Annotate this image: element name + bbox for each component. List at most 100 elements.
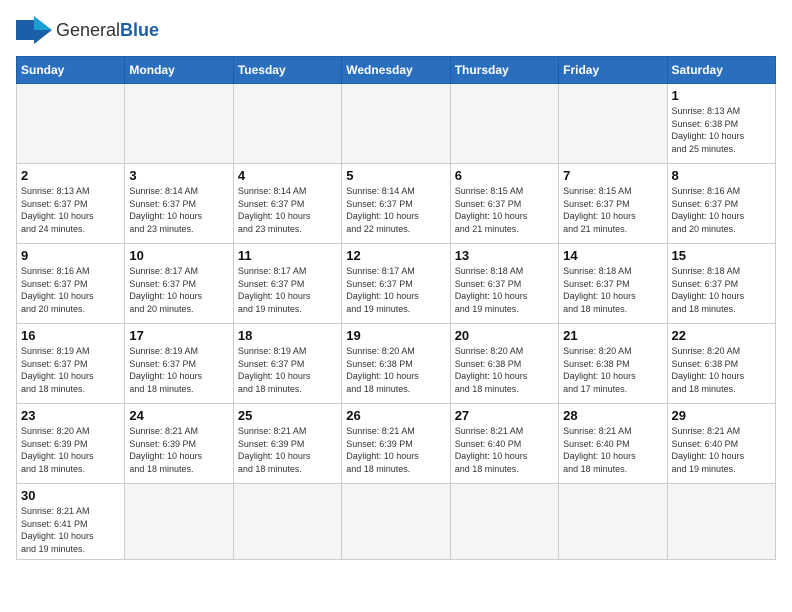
table-row <box>450 84 558 164</box>
col-monday: Monday <box>125 57 233 84</box>
day-info: Sunrise: 8:18 AM Sunset: 6:37 PM Dayligh… <box>672 265 771 315</box>
table-row: 27Sunrise: 8:21 AM Sunset: 6:40 PM Dayli… <box>450 404 558 484</box>
day-info: Sunrise: 8:19 AM Sunset: 6:37 PM Dayligh… <box>21 345 120 395</box>
day-info: Sunrise: 8:21 AM Sunset: 6:40 PM Dayligh… <box>672 425 771 475</box>
table-row <box>342 484 450 560</box>
col-saturday: Saturday <box>667 57 775 84</box>
day-number: 12 <box>346 248 445 263</box>
table-row <box>233 484 341 560</box>
day-info: Sunrise: 8:13 AM Sunset: 6:38 PM Dayligh… <box>672 105 771 155</box>
day-number: 21 <box>563 328 662 343</box>
day-number: 17 <box>129 328 228 343</box>
table-row <box>17 84 125 164</box>
day-number: 13 <box>455 248 554 263</box>
calendar-row: 9 Sunrise: 8:16 AM Sunset: 6:37 PM Daylig… <box>17 244 776 324</box>
table-row: 18 Sunrise: 8:19 AM Sunset: 6:37 PM Dayli… <box>233 324 341 404</box>
table-row <box>125 484 233 560</box>
day-info: Sunrise: 8:14 AM Sunset: 6:37 PM Dayligh… <box>346 185 445 235</box>
day-info: Sunrise: 8:18 AM Sunset: 6:37 PM Dayligh… <box>455 265 554 315</box>
table-row <box>342 84 450 164</box>
day-info: Sunrise: 8:20 AM Sunset: 6:38 PM Dayligh… <box>563 345 662 395</box>
table-row: 28Sunrise: 8:21 AM Sunset: 6:40 PM Dayli… <box>559 404 667 484</box>
table-row: 16 Sunrise: 8:19 AM Sunset: 6:37 PM Dayli… <box>17 324 125 404</box>
day-info: Sunrise: 8:20 AM Sunset: 6:38 PM Dayligh… <box>455 345 554 395</box>
table-row: 3 Sunrise: 8:14 AM Sunset: 6:37 PM Daylig… <box>125 164 233 244</box>
table-row <box>559 484 667 560</box>
table-row: 29 Sunrise: 8:21 AM Sunset: 6:40 PM Dayli… <box>667 404 775 484</box>
calendar-row: 1 Sunrise: 8:13 AM Sunset: 6:38 PM Daylig… <box>17 84 776 164</box>
day-number: 19 <box>346 328 445 343</box>
day-info: Sunrise: 8:21 AM Sunset: 6:40 PM Dayligh… <box>455 425 554 475</box>
day-number: 22 <box>672 328 771 343</box>
day-number: 5 <box>346 168 445 183</box>
table-row: 7Sunrise: 8:15 AM Sunset: 6:37 PM Daylig… <box>559 164 667 244</box>
day-info: Sunrise: 8:14 AM Sunset: 6:37 PM Dayligh… <box>129 185 228 235</box>
table-row: 13 Sunrise: 8:18 AM Sunset: 6:37 PM Dayli… <box>450 244 558 324</box>
day-info: Sunrise: 8:21 AM Sunset: 6:41 PM Dayligh… <box>21 505 120 555</box>
day-number: 25 <box>238 408 337 423</box>
day-number: 1 <box>672 88 771 103</box>
day-number: 10 <box>129 248 228 263</box>
table-row: 2Sunrise: 8:13 AM Sunset: 6:37 PM Daylig… <box>17 164 125 244</box>
day-info: Sunrise: 8:21 AM Sunset: 6:40 PM Dayligh… <box>563 425 662 475</box>
day-info: Sunrise: 8:18 AM Sunset: 6:37 PM Dayligh… <box>563 265 662 315</box>
day-number: 24 <box>129 408 228 423</box>
day-number: 3 <box>129 168 228 183</box>
day-number: 9 <box>21 248 120 263</box>
table-row: 1 Sunrise: 8:13 AM Sunset: 6:38 PM Daylig… <box>667 84 775 164</box>
table-row: 5 Sunrise: 8:14 AM Sunset: 6:37 PM Daylig… <box>342 164 450 244</box>
day-number: 18 <box>238 328 337 343</box>
day-number: 29 <box>672 408 771 423</box>
day-info: Sunrise: 8:19 AM Sunset: 6:37 PM Dayligh… <box>238 345 337 395</box>
table-row: 12 Sunrise: 8:17 AM Sunset: 6:37 PM Dayli… <box>342 244 450 324</box>
page-header: GeneralBlue <box>16 16 776 44</box>
day-number: 20 <box>455 328 554 343</box>
day-number: 6 <box>455 168 554 183</box>
logo: GeneralBlue <box>16 16 159 44</box>
col-wednesday: Wednesday <box>342 57 450 84</box>
table-row: 15 Sunrise: 8:18 AM Sunset: 6:37 PM Dayli… <box>667 244 775 324</box>
table-row: 21 Sunrise: 8:20 AM Sunset: 6:38 PM Dayli… <box>559 324 667 404</box>
table-row <box>559 84 667 164</box>
table-row: 17Sunrise: 8:19 AM Sunset: 6:37 PM Dayli… <box>125 324 233 404</box>
table-row <box>233 84 341 164</box>
col-tuesday: Tuesday <box>233 57 341 84</box>
table-row: 6 Sunrise: 8:15 AM Sunset: 6:37 PM Daylig… <box>450 164 558 244</box>
table-row <box>450 484 558 560</box>
table-row: 25 Sunrise: 8:21 AM Sunset: 6:39 PM Dayli… <box>233 404 341 484</box>
day-info: Sunrise: 8:21 AM Sunset: 6:39 PM Dayligh… <box>238 425 337 475</box>
col-sunday: Sunday <box>17 57 125 84</box>
calendar-row: 23Sunrise: 8:20 AM Sunset: 6:39 PM Dayli… <box>17 404 776 484</box>
day-info: Sunrise: 8:17 AM Sunset: 6:37 PM Dayligh… <box>238 265 337 315</box>
table-row: 14 Sunrise: 8:18 AM Sunset: 6:37 PM Dayli… <box>559 244 667 324</box>
table-row <box>125 84 233 164</box>
table-row: 10Sunrise: 8:17 AM Sunset: 6:37 PM Dayli… <box>125 244 233 324</box>
day-info: Sunrise: 8:21 AM Sunset: 6:39 PM Dayligh… <box>346 425 445 475</box>
day-info: Sunrise: 8:13 AM Sunset: 6:37 PM Dayligh… <box>21 185 120 235</box>
table-row: 24 Sunrise: 8:21 AM Sunset: 6:39 PM Dayli… <box>125 404 233 484</box>
day-info: Sunrise: 8:17 AM Sunset: 6:37 PM Dayligh… <box>346 265 445 315</box>
table-row: 19Sunrise: 8:20 AM Sunset: 6:38 PM Dayli… <box>342 324 450 404</box>
col-friday: Friday <box>559 57 667 84</box>
day-number: 4 <box>238 168 337 183</box>
day-number: 16 <box>21 328 120 343</box>
day-number: 23 <box>21 408 120 423</box>
day-number: 15 <box>672 248 771 263</box>
table-row: 11Sunrise: 8:17 AM Sunset: 6:37 PM Dayli… <box>233 244 341 324</box>
table-row: 20 Sunrise: 8:20 AM Sunset: 6:38 PM Dayli… <box>450 324 558 404</box>
logo-text: GeneralBlue <box>56 20 159 41</box>
table-row: 8 Sunrise: 8:16 AM Sunset: 6:37 PM Daylig… <box>667 164 775 244</box>
calendar-table: Sunday Monday Tuesday Wednesday Thursday… <box>16 56 776 560</box>
day-number: 30 <box>21 488 120 503</box>
day-number: 8 <box>672 168 771 183</box>
day-number: 14 <box>563 248 662 263</box>
table-row <box>667 484 775 560</box>
day-info: Sunrise: 8:15 AM Sunset: 6:37 PM Dayligh… <box>455 185 554 235</box>
day-number: 26 <box>346 408 445 423</box>
table-row: 4Sunrise: 8:14 AM Sunset: 6:37 PM Daylig… <box>233 164 341 244</box>
day-info: Sunrise: 8:16 AM Sunset: 6:37 PM Dayligh… <box>21 265 120 315</box>
day-info: Sunrise: 8:21 AM Sunset: 6:39 PM Dayligh… <box>129 425 228 475</box>
table-row: 9 Sunrise: 8:16 AM Sunset: 6:37 PM Daylig… <box>17 244 125 324</box>
calendar-row: 2Sunrise: 8:13 AM Sunset: 6:37 PM Daylig… <box>17 164 776 244</box>
day-info: Sunrise: 8:16 AM Sunset: 6:37 PM Dayligh… <box>672 185 771 235</box>
